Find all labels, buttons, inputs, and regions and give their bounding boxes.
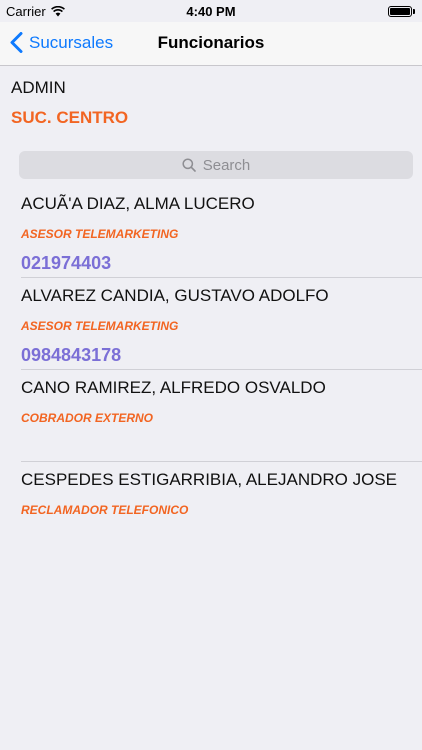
search-icon [182, 158, 196, 172]
search-input[interactable]: Search [19, 151, 413, 179]
navigation-bar: Sucursales Funcionarios [0, 22, 422, 66]
staff-name: CANO RAMIREZ, ALFREDO OSVALDO [21, 378, 326, 397]
branch-label: SUC. CENTRO [11, 108, 129, 127]
staff-row[interactable]: CANO RAMIREZ, ALFREDO OSVALDO COBRADOR E… [21, 370, 422, 462]
staff-name: CESPEDES ESTIGARRIBIA, ALEJANDRO JOSE [21, 470, 397, 489]
status-bar: Carrier 4:40 PM [0, 0, 422, 22]
staff-role: COBRADOR EXTERNO [21, 411, 154, 425]
staff-phone: 0984843178 [21, 345, 122, 365]
staff-role: RECLAMADOR TELEFONICO [21, 503, 189, 517]
status-time: 4:40 PM [186, 4, 236, 19]
staff-row[interactable]: ACUÃ'A DIAZ, ALMA LUCERO ASESOR TELEMARK… [21, 186, 422, 278]
user-label: ADMIN [11, 78, 66, 97]
search-placeholder: Search [202, 156, 251, 174]
staff-name: ALVAREZ CANDIA, GUSTAVO ADOLFO [21, 286, 329, 305]
staff-row[interactable]: CESPEDES ESTIGARRIBIA, ALEJANDRO JOSE RE… [21, 462, 422, 554]
staff-role: ASESOR TELEMARKETING [21, 227, 179, 241]
page-title: Funcionarios [157, 33, 265, 52]
staff-role: ASESOR TELEMARKETING [21, 319, 179, 333]
staff-row[interactable]: ALVAREZ CANDIA, GUSTAVO ADOLFO ASESOR TE… [21, 278, 422, 370]
staff-name: ACUÃ'A DIAZ, ALMA LUCERO [21, 194, 255, 213]
battery-level [390, 8, 410, 15]
staff-phone: 021974403 [21, 253, 112, 273]
staff-list: ACUÃ'A DIAZ, ALMA LUCERO ASESOR TELEMARK… [0, 186, 422, 554]
battery-icon [388, 6, 416, 17]
